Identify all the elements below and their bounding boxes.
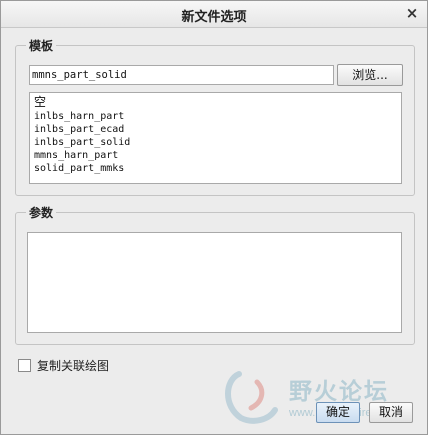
template-item-empty[interactable]: 空 [34,95,401,110]
cancel-button[interactable]: 取消 [369,402,413,423]
watermark-brand: 野火论坛 [289,379,389,405]
template-item[interactable]: inlbs_part_ecad [34,123,401,136]
template-list[interactable]: 空 inlbs_harn_part inlbs_part_ecad inlbs_… [29,92,402,184]
parameters-group-label: 参数 [26,204,57,221]
template-item[interactable]: solid_part_mmks [34,162,401,175]
new-file-options-dialog: 新文件选项 × 模板 mmns_part_solid 浏览... 空 inlbs… [0,0,428,435]
template-item[interactable]: inlbs_harn_part [34,110,401,123]
title-bar: 新文件选项 × [1,1,427,28]
dialog-title: 新文件选项 [181,10,247,25]
close-icon[interactable]: × [405,5,419,21]
template-item[interactable]: mmns_harn_part [34,149,401,162]
ok-button[interactable]: 确定 [316,402,360,423]
template-group-label: 模板 [26,37,57,54]
browse-button[interactable]: 浏览... [337,64,403,86]
parameters-group: 参数 [15,204,415,345]
copy-drawing-label: 复制关联绘图 [37,359,110,373]
watermark-logo-icon [225,371,278,424]
template-name-input[interactable]: mmns_part_solid [29,65,334,85]
parameters-area[interactable] [27,232,402,333]
template-group: 模板 mmns_part_solid 浏览... 空 inlbs_harn_pa… [15,37,415,196]
copy-drawing-checkbox[interactable] [18,359,31,372]
template-item[interactable]: inlbs_part_solid [34,136,401,149]
